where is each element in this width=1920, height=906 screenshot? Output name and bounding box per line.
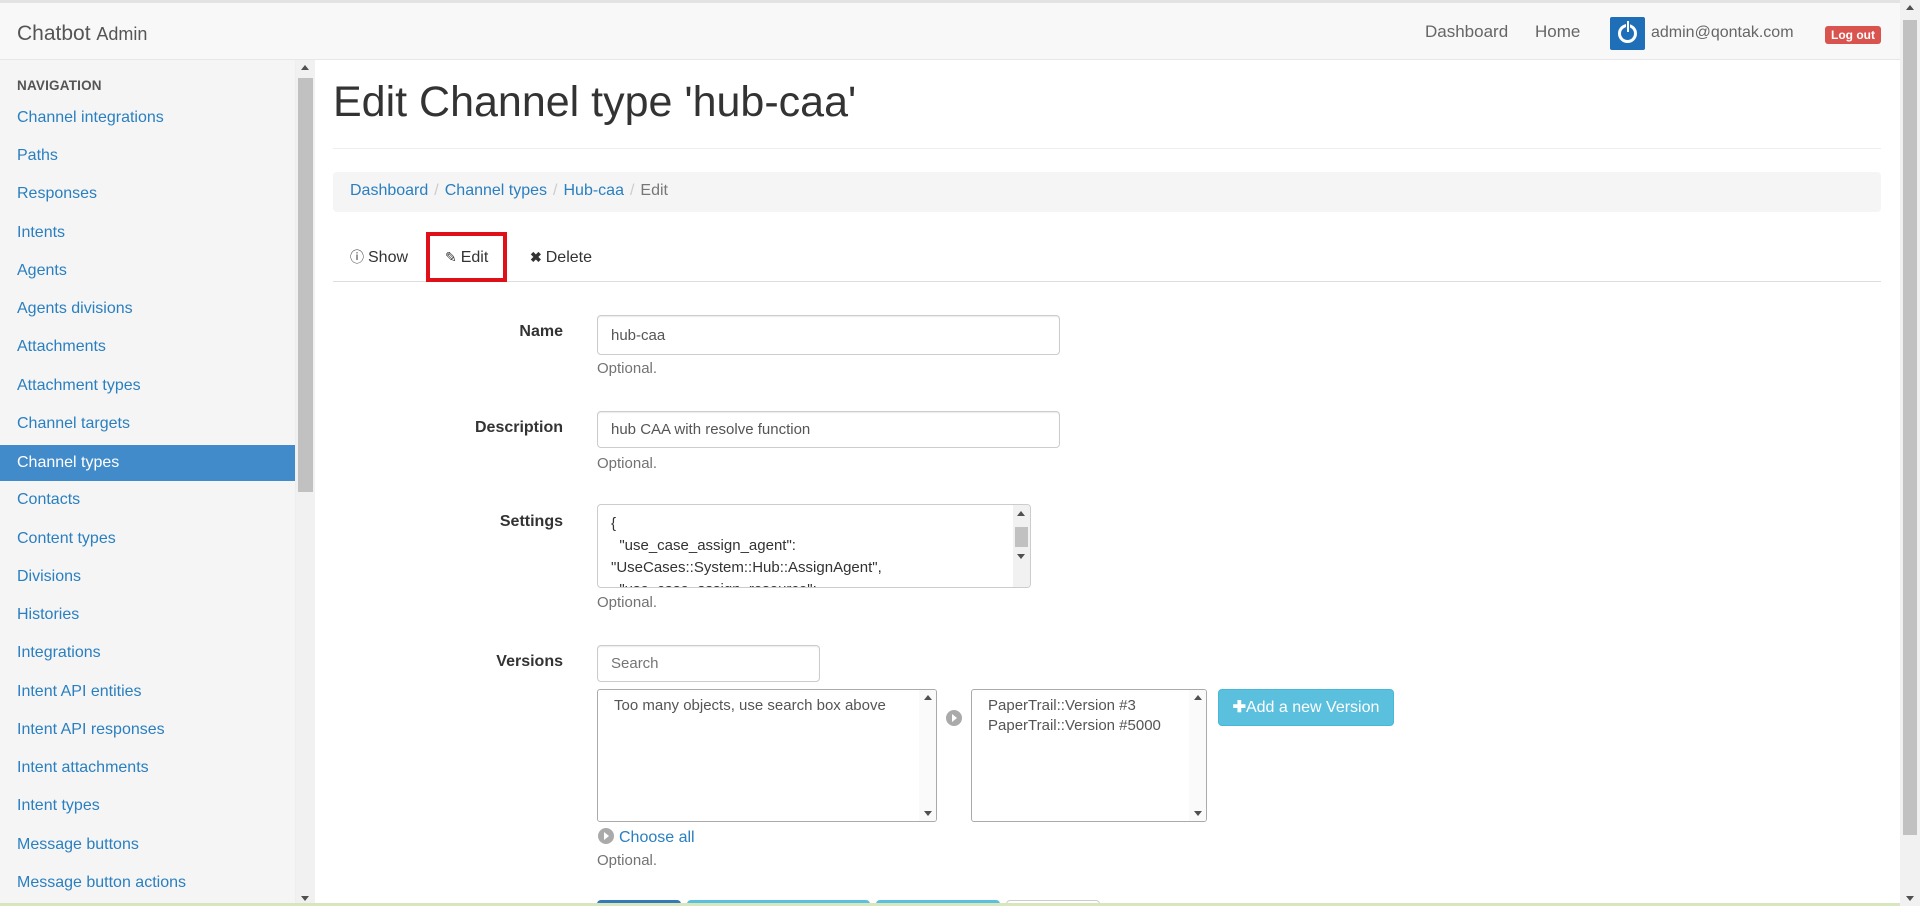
versions-available-note: Too many objects, use search box above bbox=[614, 697, 886, 714]
tab-show-label: Show bbox=[368, 249, 409, 266]
settings-label: Settings bbox=[499, 513, 563, 530]
settings-scroll-thumb[interactable] bbox=[1015, 527, 1028, 547]
breadcrumb-current: Edit bbox=[640, 182, 668, 199]
settings-scroll-up-icon[interactable] bbox=[1017, 511, 1025, 516]
sidebar-item-message-button-actions[interactable]: Message button actions bbox=[0, 865, 295, 901]
versions-help: Optional. bbox=[597, 852, 658, 869]
nav-header: NAVIGATION bbox=[17, 78, 102, 93]
tab-edit[interactable]: ✎ Edit bbox=[426, 232, 508, 282]
choose-all-label: Choose all bbox=[619, 829, 695, 846]
sidebar-item-channel-types[interactable]: Channel types bbox=[0, 445, 295, 481]
versions-selected-item[interactable]: PaperTrail::Version #3 bbox=[972, 690, 1206, 716]
sidebar-item-content-types[interactable]: Content types bbox=[0, 521, 295, 557]
page-title: Edit Channel type 'hub-caa' bbox=[333, 78, 857, 126]
tab-edit-label: Edit bbox=[460, 249, 489, 266]
available-scroll-up-icon[interactable] bbox=[924, 695, 932, 700]
page-scroll-up-icon[interactable] bbox=[1906, 5, 1914, 10]
sidebar-item-agents-divisions[interactable]: Agents divisions bbox=[0, 291, 295, 327]
sidebar-item-intent-api-responses[interactable]: Intent API responses bbox=[0, 712, 295, 748]
sidebar-item-responses[interactable]: Responses bbox=[0, 176, 295, 212]
sidebar-item-histories[interactable]: Histories bbox=[0, 597, 295, 633]
breadcrumb-dashboard[interactable]: Dashboard bbox=[350, 182, 428, 199]
move-right-icon[interactable] bbox=[946, 710, 962, 726]
sidebar-item-intents[interactable]: Intents bbox=[0, 215, 295, 251]
description-help: Optional. bbox=[597, 455, 658, 472]
scroll-up-icon[interactable] bbox=[301, 65, 309, 70]
settings-value: { "use_case_assign_agent": "UseCases::Sy… bbox=[611, 515, 882, 587]
versions-label: Versions bbox=[496, 653, 563, 670]
sidebar-item-intent-types[interactable]: Intent types bbox=[0, 788, 295, 824]
page-scroll-thumb[interactable] bbox=[1903, 20, 1917, 835]
add-version-button[interactable]: ✚Add a new Version bbox=[1218, 689, 1394, 726]
nav-link-home[interactable]: Home bbox=[1535, 22, 1580, 42]
versions-search-input[interactable] bbox=[597, 645, 820, 682]
available-scroll-down-icon[interactable] bbox=[924, 811, 932, 816]
sidebar-item-message-buttons[interactable]: Message buttons bbox=[0, 827, 295, 863]
tab-show[interactable]: ⓘ Show bbox=[350, 232, 408, 282]
plus-icon: ✚ bbox=[1232, 699, 1246, 716]
versions-available-list[interactable]: Too many objects, use search box above bbox=[597, 689, 937, 822]
add-version-label: Add a new Version bbox=[1245, 699, 1380, 716]
sidebar-item-channel-integrations[interactable]: Channel integrations bbox=[0, 100, 295, 136]
selected-scroll-down-icon[interactable] bbox=[1194, 811, 1202, 816]
sidebar-item-contacts[interactable]: Contacts bbox=[0, 482, 295, 518]
sidebar: NAVIGATION Channel integrations Paths Re… bbox=[0, 60, 296, 906]
brand-main: Chatbot bbox=[17, 22, 91, 45]
sidebar-item-intent-api-entities[interactable]: Intent API entities bbox=[0, 674, 295, 710]
sidebar-item-intent-attachments[interactable]: Intent attachments bbox=[0, 750, 295, 786]
description-label: Description bbox=[474, 419, 563, 436]
settings-scrollbar[interactable] bbox=[1013, 505, 1030, 587]
logout-button[interactable]: Log out bbox=[1825, 26, 1881, 44]
top-navbar: Chatbot Admin Dashboard Home admin@qonta… bbox=[0, 0, 1900, 60]
breadcrumb-hub-caa[interactable]: Hub-caa bbox=[563, 182, 623, 199]
tab-delete-label: Delete bbox=[545, 249, 592, 266]
info-icon: ⓘ bbox=[350, 249, 364, 265]
brand-sub: Admin bbox=[96, 24, 148, 44]
sidebar-scrollbar[interactable] bbox=[296, 60, 315, 906]
power-icon bbox=[1610, 17, 1645, 50]
sidebar-item-integrations[interactable]: Integrations bbox=[0, 635, 295, 671]
page-scroll-down-icon[interactable] bbox=[1906, 896, 1914, 901]
settings-help: Optional. bbox=[597, 594, 658, 611]
choose-all-icon bbox=[598, 828, 614, 844]
sidebar-item-divisions[interactable]: Divisions bbox=[0, 559, 295, 595]
sidebar-scroll-thumb[interactable] bbox=[298, 78, 313, 492]
tab-delete[interactable]: ✖ Delete bbox=[530, 232, 592, 282]
selected-scroll-up-icon[interactable] bbox=[1194, 695, 1202, 700]
versions-selected-item[interactable]: PaperTrail::Version #5000 bbox=[972, 716, 1206, 736]
user-email[interactable]: admin@qontak.com bbox=[1651, 24, 1794, 42]
sidebar-item-agents[interactable]: Agents bbox=[0, 253, 295, 289]
versions-selected-scrollbar[interactable] bbox=[1189, 690, 1206, 821]
brand-logo[interactable]: Chatbot Admin bbox=[17, 22, 147, 46]
versions-available-scrollbar[interactable] bbox=[919, 690, 936, 821]
settings-scroll-down-icon[interactable] bbox=[1017, 554, 1025, 559]
name-field[interactable] bbox=[597, 315, 1060, 355]
description-field[interactable] bbox=[597, 411, 1060, 448]
close-icon: ✖ bbox=[530, 249, 542, 265]
sidebar-item-paths[interactable]: Paths bbox=[0, 138, 295, 174]
breadcrumb-channel-types[interactable]: Channel types bbox=[445, 182, 547, 199]
sidebar-item-attachments[interactable]: Attachments bbox=[0, 329, 295, 365]
scroll-down-icon[interactable] bbox=[301, 896, 309, 901]
action-tabs: ⓘ Show ✎ Edit ✖ Delete bbox=[333, 232, 1881, 282]
name-label: Name bbox=[519, 323, 563, 340]
settings-textarea[interactable]: { "use_case_assign_agent": "UseCases::Sy… bbox=[597, 504, 1031, 588]
sidebar-item-channel-targets[interactable]: Channel targets bbox=[0, 406, 295, 442]
divider bbox=[333, 148, 1881, 149]
sidebar-item-attachment-types[interactable]: Attachment types bbox=[0, 368, 295, 404]
versions-selected-list[interactable]: PaperTrail::Version #3 PaperTrail::Versi… bbox=[971, 689, 1207, 822]
nav-link-dashboard[interactable]: Dashboard bbox=[1425, 22, 1508, 42]
name-help: Optional. bbox=[597, 360, 658, 377]
pencil-icon: ✎ bbox=[445, 249, 457, 265]
breadcrumb: Dashboard / Channel types / Hub-caa / Edit bbox=[333, 172, 1881, 212]
page-scrollbar[interactable] bbox=[1900, 0, 1920, 906]
choose-all-link[interactable]: Choose all bbox=[598, 828, 695, 847]
